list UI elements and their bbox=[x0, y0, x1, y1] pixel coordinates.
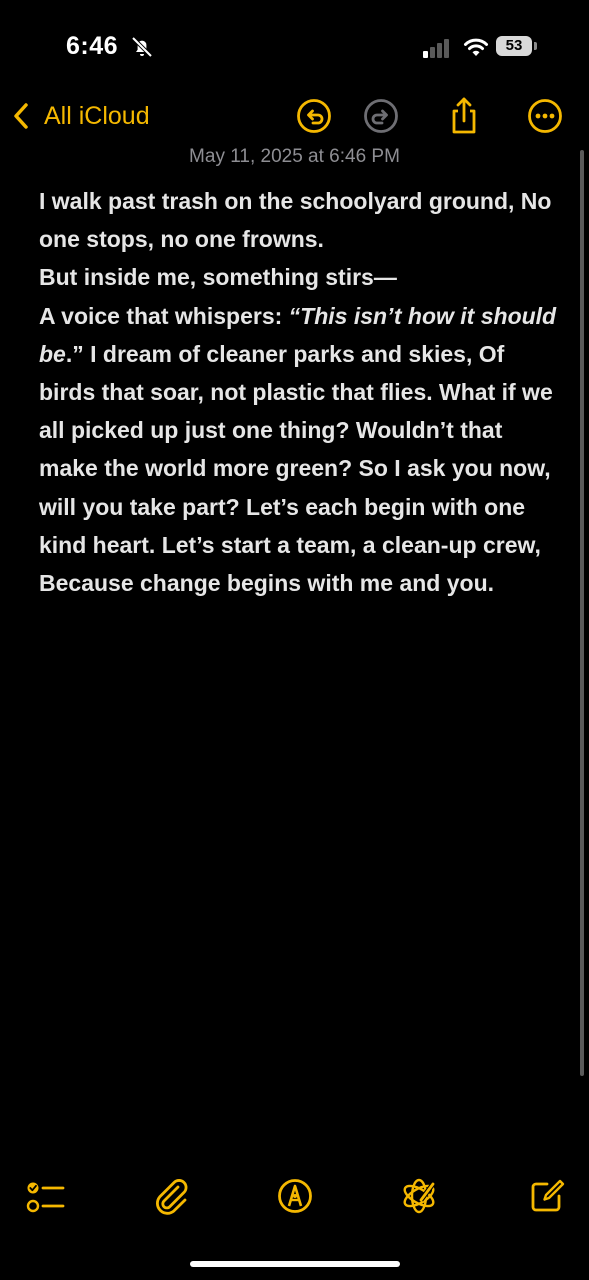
apple-intelligence-icon bbox=[403, 1178, 435, 1214]
battery-level: 53 bbox=[505, 37, 523, 54]
home-indicator[interactable] bbox=[190, 1261, 400, 1267]
markup-icon bbox=[278, 1179, 312, 1213]
note-body[interactable]: I walk past trash on the schoolyard grou… bbox=[39, 182, 559, 602]
more-icon bbox=[528, 99, 562, 133]
share-button[interactable] bbox=[444, 96, 484, 136]
undo-icon bbox=[297, 99, 331, 133]
writing-tools-button[interactable] bbox=[398, 1175, 440, 1217]
cellular-signal-icon bbox=[423, 39, 449, 58]
battery-icon: 53 bbox=[496, 36, 540, 58]
back-label: All iCloud bbox=[44, 101, 150, 130]
share-icon bbox=[452, 97, 476, 134]
status-bar: 6:46 53 bbox=[0, 0, 589, 90]
note-line: But inside me, something stirs— bbox=[39, 264, 397, 291]
compose-button[interactable] bbox=[525, 1175, 567, 1217]
note-line: A voice that whispers: “This isn’t how i… bbox=[39, 297, 559, 603]
markup-button[interactable] bbox=[274, 1175, 316, 1217]
note-text: A voice that whispers: bbox=[39, 302, 289, 329]
bell-slash-icon bbox=[131, 36, 153, 58]
undo-button[interactable] bbox=[294, 96, 334, 136]
redo-button[interactable] bbox=[361, 96, 401, 136]
compose-icon bbox=[531, 1179, 565, 1212]
attachment-button[interactable] bbox=[150, 1175, 192, 1217]
bottom-toolbar bbox=[0, 1175, 589, 1221]
chevron-left-icon bbox=[14, 103, 28, 129]
back-button[interactable]: All iCloud bbox=[10, 96, 150, 136]
more-button[interactable] bbox=[525, 96, 565, 136]
paperclip-icon bbox=[156, 1179, 188, 1215]
note-line: I walk past trash on the schoolyard grou… bbox=[39, 188, 552, 253]
redo-icon bbox=[364, 99, 398, 133]
note-date: May 11, 2025 at 6:46 PM bbox=[189, 146, 400, 167]
navigation-bar: All iCloud bbox=[0, 92, 589, 142]
checklist-button[interactable] bbox=[24, 1175, 66, 1217]
wifi-icon bbox=[464, 38, 488, 56]
scrollbar[interactable] bbox=[580, 150, 584, 1076]
note-text: .” I dream of cleaner parks and skies, O… bbox=[39, 340, 553, 597]
checklist-icon bbox=[26, 1182, 65, 1213]
status-time: 6:46 bbox=[66, 32, 119, 60]
